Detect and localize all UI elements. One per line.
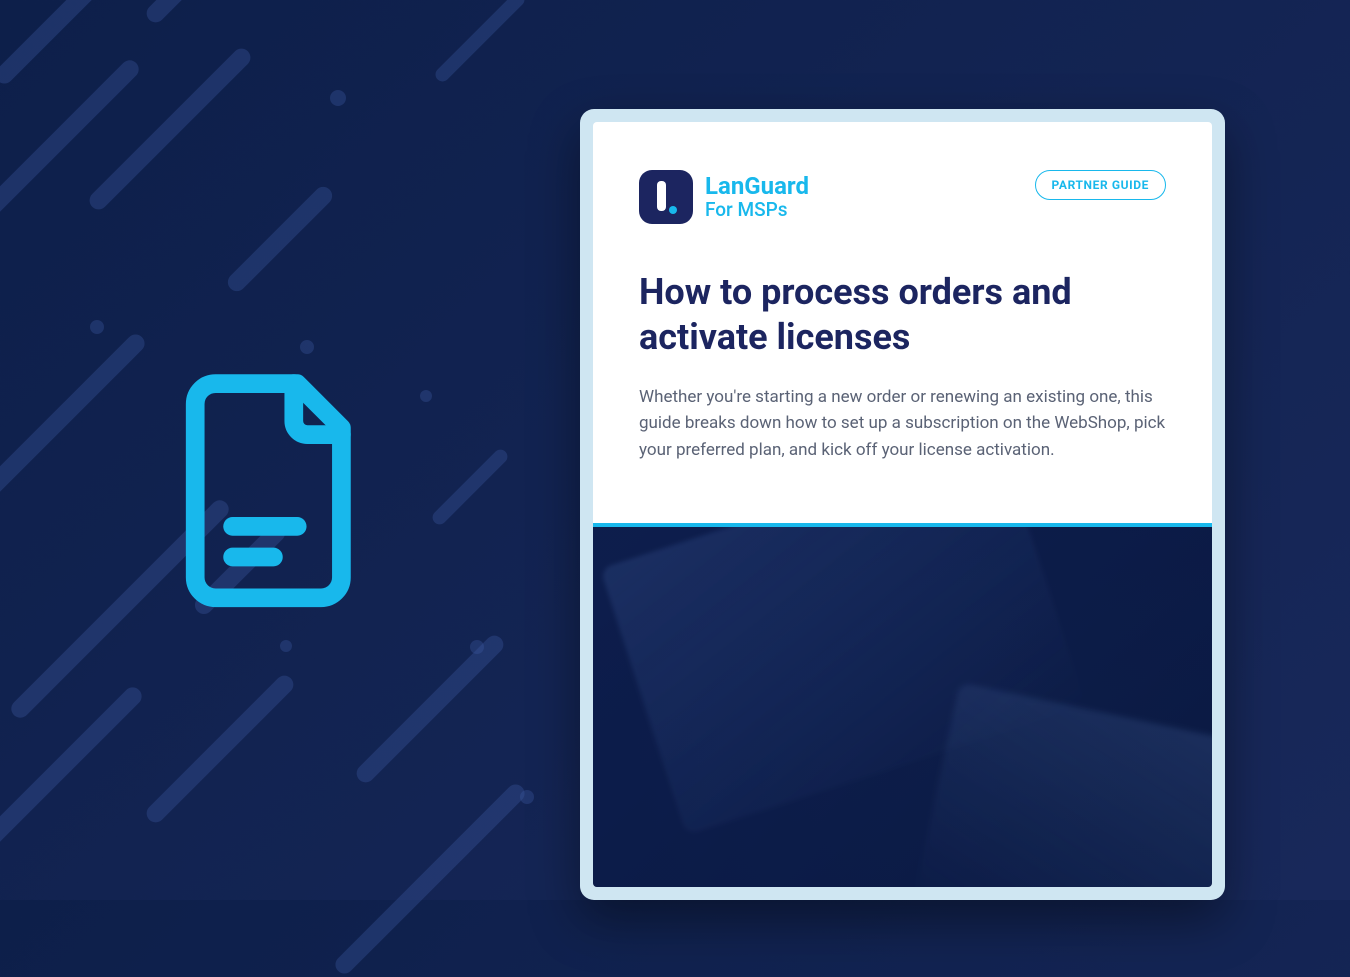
document-body: LanGuard For MSPs PARTNER GUIDE How to p… [593, 122, 1212, 523]
brand-name-line2: For MSPs [705, 200, 809, 220]
document-icon [185, 370, 355, 660]
brand-name-line1: LanGuard [705, 174, 809, 199]
document-page: LanGuard For MSPs PARTNER GUIDE How to p… [593, 122, 1212, 887]
brand-logo-text: LanGuard For MSPs [705, 174, 809, 219]
hero-photo [593, 527, 1212, 887]
document-title: How to process orders and activate licen… [639, 270, 1119, 360]
document-intro: Whether you're starting a new order or r… [639, 384, 1166, 463]
brand-logo: LanGuard For MSPs [639, 170, 809, 224]
partner-guide-badge: PARTNER GUIDE [1035, 170, 1166, 200]
document-preview-card: LanGuard For MSPs PARTNER GUIDE How to p… [580, 109, 1225, 900]
brand-logo-mark [639, 170, 693, 224]
document-header: LanGuard For MSPs PARTNER GUIDE [639, 170, 1166, 224]
